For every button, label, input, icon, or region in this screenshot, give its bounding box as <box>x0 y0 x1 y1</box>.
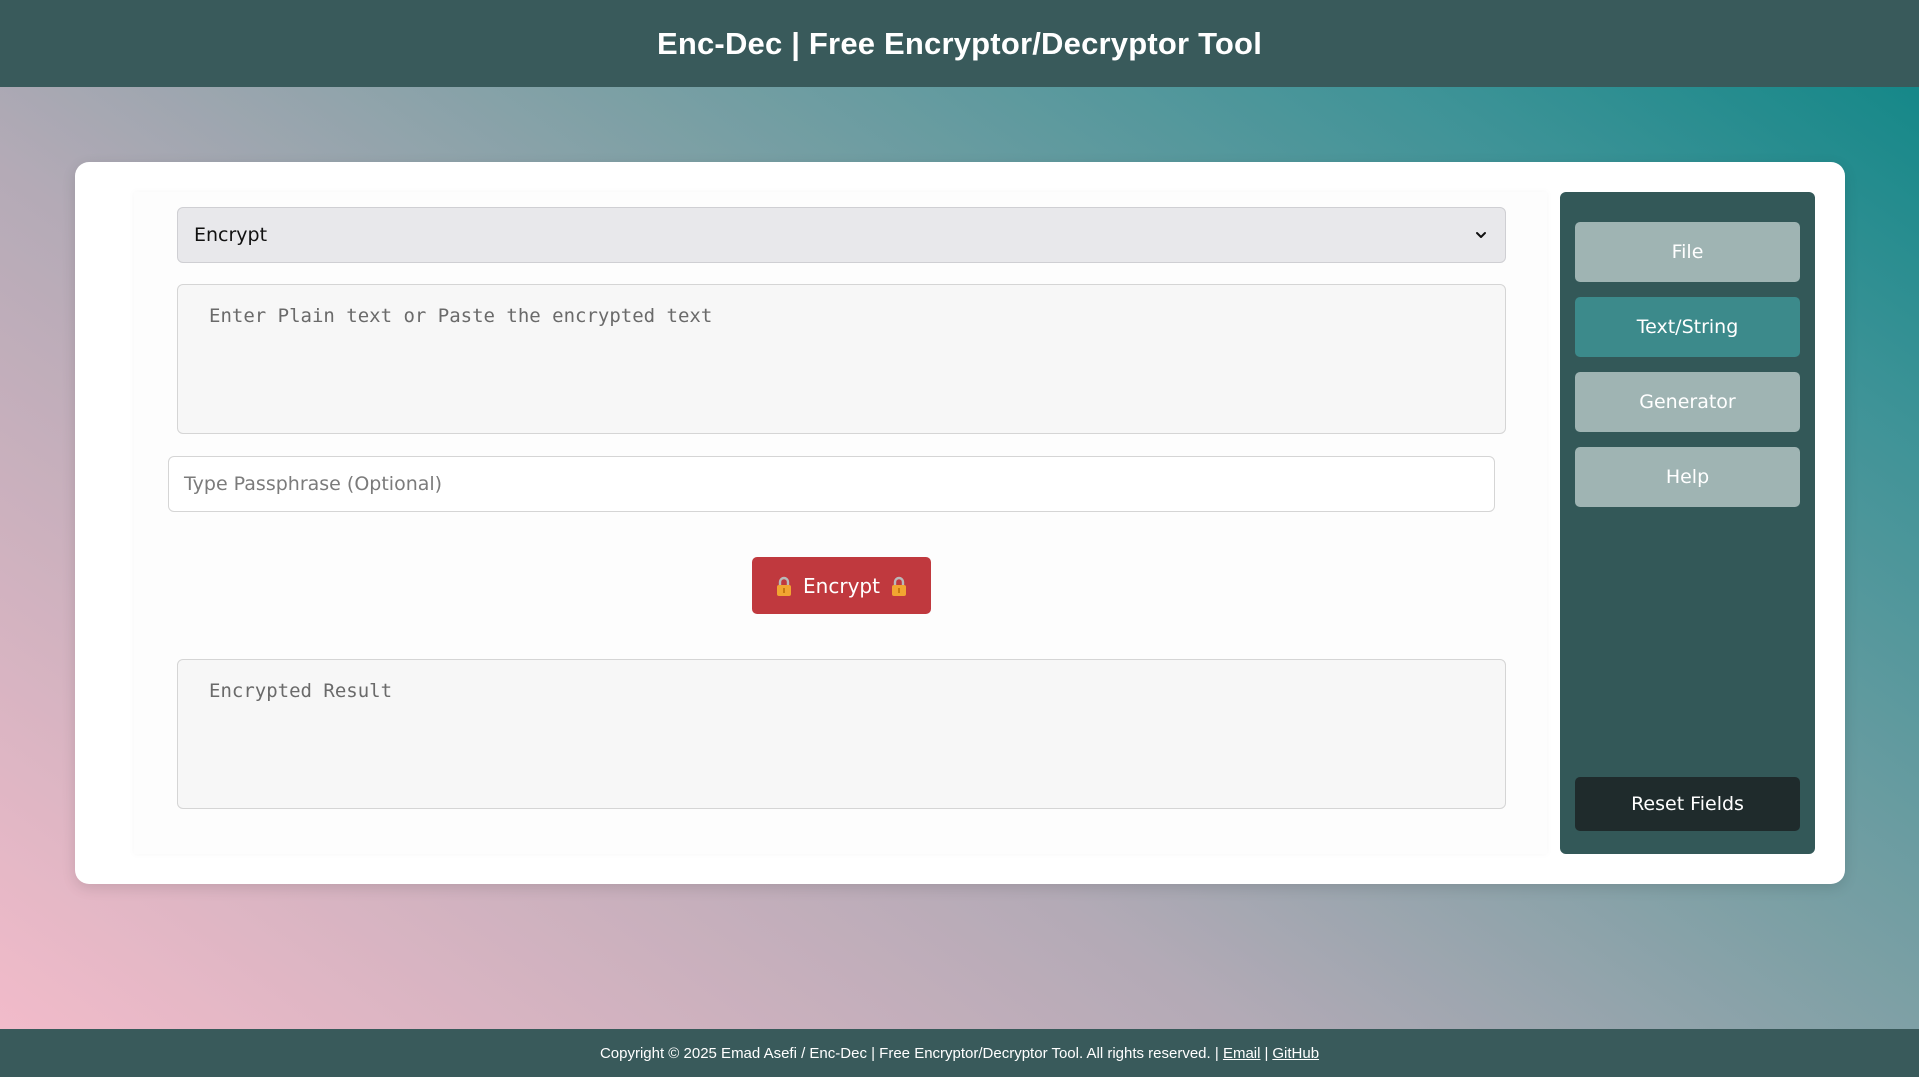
result-placeholder: Encrypted Result <box>209 680 393 702</box>
sidebar-item-generator[interactable]: Generator <box>1575 372 1800 432</box>
lock-icon <box>891 576 906 596</box>
sidebar-item-file[interactable]: File <box>1575 222 1800 282</box>
footer-github-link[interactable]: GitHub <box>1272 1045 1319 1062</box>
plain-text-input[interactable]: Enter Plain text or Paste the encrypted … <box>177 284 1506 434</box>
mode-select[interactable]: Encrypt <box>177 207 1506 263</box>
lock-icon <box>777 576 792 596</box>
plain-text-placeholder: Enter Plain text or Paste the encrypted … <box>209 305 713 327</box>
chevron-down-icon <box>1476 232 1486 238</box>
encrypt-button[interactable]: Encrypt <box>752 557 931 614</box>
page-title: Enc-Dec | Free Encryptor/Decryptor Tool <box>656 25 1263 61</box>
sidebar <box>1560 192 1815 854</box>
mode-select-value: Encrypt <box>194 224 268 246</box>
site-footer: Copyright © 2025 Emad Asefi / Enc-Dec | … <box>0 1029 1919 1077</box>
sidebar-item-help[interactable]: Help <box>1575 447 1800 507</box>
passphrase-input[interactable]: Type Passphrase (Optional) <box>168 456 1495 512</box>
footer-copyright: Copyright © 2025 Emad Asefi / Enc-Dec | … <box>599 1044 1219 1062</box>
passphrase-placeholder: Type Passphrase (Optional) <box>184 473 443 495</box>
sidebar-item-text-string[interactable]: Text/String <box>1575 297 1800 357</box>
footer-separator: | <box>1264 1044 1269 1062</box>
site-header: Enc-Dec | Free Encryptor/Decryptor Tool <box>0 0 1919 87</box>
footer-email-link[interactable]: Email <box>1223 1045 1261 1062</box>
reset-fields-button[interactable]: Reset Fields <box>1575 777 1800 831</box>
result-output[interactable]: Encrypted Result <box>177 659 1506 809</box>
encrypt-button-label: Encrypt <box>803 573 880 598</box>
